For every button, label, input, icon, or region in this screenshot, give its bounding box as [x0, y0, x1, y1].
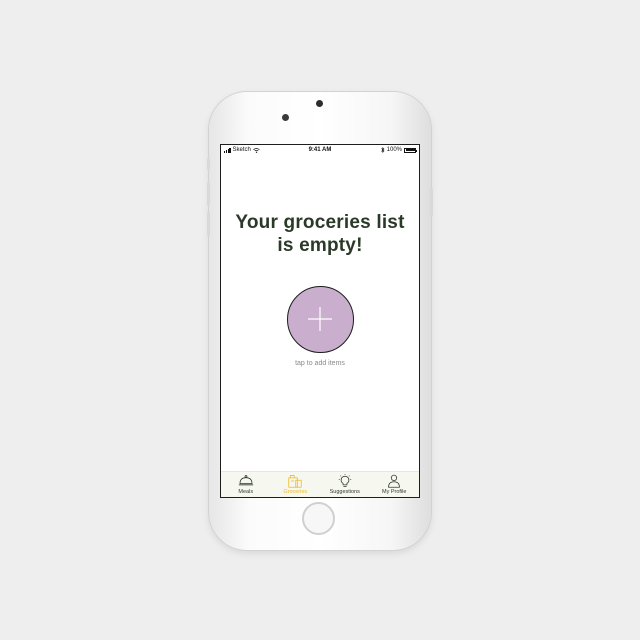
tab-my-profile[interactable]: My Profile [370, 472, 420, 497]
power-button [430, 188, 433, 216]
cloche-icon [238, 475, 253, 486]
tab-meals[interactable]: Meals [221, 472, 271, 497]
battery-percent: 100% [386, 147, 402, 153]
home-button[interactable] [302, 502, 335, 535]
tab-my-profile-label: My Profile [382, 489, 407, 495]
plus-icon [308, 307, 332, 331]
empty-title-line-1: Your groceries list [235, 212, 405, 233]
earpiece-speaker [316, 100, 323, 107]
tab-meals-label: Meals [238, 489, 254, 495]
tab-bar: Meals Groceries Suggestions My Profile [221, 471, 419, 497]
grocery-bag-icon [288, 475, 302, 488]
status-bar-right: 100% [380, 145, 417, 155]
empty-title-line-2: is empty! [277, 235, 363, 256]
empty-state-title: Your groceries list is empty! [221, 211, 419, 257]
battery-icon [404, 147, 417, 153]
status-bar: Sketch 9:41 AM 100% [221, 145, 419, 155]
add-items-hint: tap to add items [295, 360, 345, 367]
front-camera [282, 114, 289, 121]
person-icon [388, 474, 401, 488]
tab-groceries-label: Groceries [283, 489, 308, 495]
app-screen: Sketch 9:41 AM 100% Your groceries list … [221, 145, 419, 497]
tab-suggestions-label: Suggestions [329, 489, 360, 495]
mute-switch [207, 158, 210, 170]
tab-suggestions[interactable]: Suggestions [320, 472, 370, 497]
tab-groceries[interactable]: Groceries [271, 472, 321, 497]
add-items-button[interactable] [287, 286, 354, 353]
bluetooth-icon [380, 147, 385, 153]
lightbulb-icon [338, 474, 351, 487]
volume-up-button [207, 182, 210, 206]
volume-down-button [207, 212, 210, 236]
